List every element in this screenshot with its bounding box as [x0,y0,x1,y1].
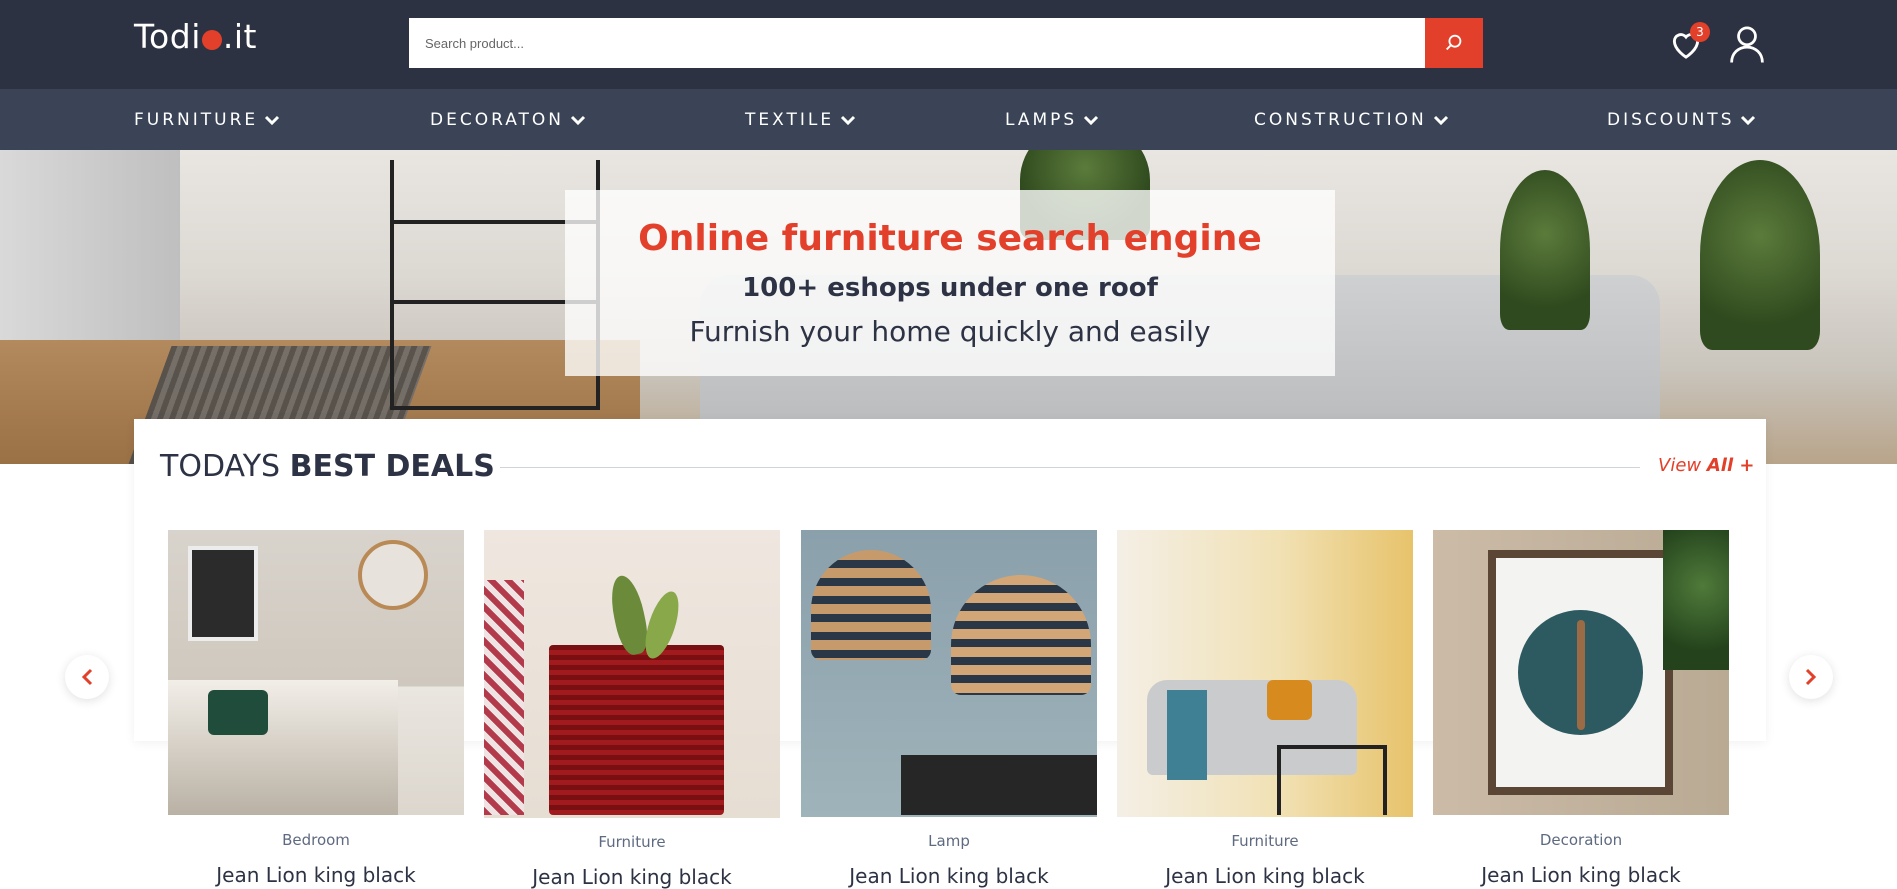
hero-text-box: Online furniture search engine 100+ esho… [565,190,1335,376]
product-category: Bedroom [282,831,350,849]
chevron-down-icon [1741,115,1756,125]
view-all-light: View [1658,455,1707,476]
nav-item-label: DECORATON [430,109,564,130]
nav-item-label: FURNITURE [134,109,259,130]
hero-banner: Online furniture search engine 100+ esho… [0,150,1897,464]
product-card[interactable]: Lamp Jean Lion king black [801,530,1097,888]
product-image[interactable] [801,530,1097,817]
chevron-down-icon [570,115,586,125]
product-name[interactable]: Jean Lion king black [1433,863,1729,887]
top-header: Todi .it 3 [0,0,1897,89]
product-image[interactable] [1433,530,1729,815]
product-image[interactable] [1117,530,1413,817]
chevron-down-icon [1433,115,1448,125]
product-card[interactable]: Furniture Jean Lion king black [484,530,780,889]
search-input[interactable] [409,18,1425,68]
main-nav: FURNITURE DECORATON TEXTILE LAMPS CONSTR… [0,89,1897,150]
section-title: TODAYS BEST DEALS [160,449,495,484]
product-name[interactable]: Jean Lion king black [168,863,464,887]
nav-item-lamps[interactable]: LAMPS [1005,89,1099,150]
logo[interactable]: Todi .it [134,16,257,56]
user-icon [1730,26,1764,63]
section-title-bold: BEST DEALS [289,449,495,484]
product-image[interactable] [484,530,780,818]
nav-item-construction[interactable]: CONSTRUCTION [1254,89,1449,150]
carousel-prev-button[interactable] [65,655,109,699]
wishlist-button[interactable]: 3 [1666,22,1710,64]
hero-title: Online furniture search engine [638,218,1262,259]
nav-item-label: LAMPS [1005,109,1078,130]
hero-bg-plant [1700,160,1820,350]
wishlist-count-badge: 3 [1690,22,1710,42]
hero-bg-plant [1500,170,1590,330]
product-name[interactable]: Jean Lion king black [801,864,1097,888]
product-card[interactable]: Decoration Jean Lion king black [1433,530,1729,887]
chevron-down-icon [265,115,280,125]
search-button[interactable] [1425,18,1483,68]
product-category: Lamp [928,832,970,850]
nav-item-discounts[interactable]: DISCOUNTS [1607,89,1756,150]
product-card[interactable]: Furniture Jean Lion king black [1117,530,1413,888]
logo-text-left: Todi [134,16,201,56]
chevron-down-icon [1084,115,1099,125]
view-all-link[interactable]: View All + [1658,455,1754,476]
section-title-light: TODAYS [160,449,290,484]
account-button[interactable] [1727,24,1767,64]
nav-item-label: TEXTILE [745,109,835,130]
search-icon [1446,34,1462,51]
product-card[interactable]: Bedroom Jean Lion king black [168,530,464,887]
nav-item-label: CONSTRUCTION [1254,109,1427,130]
nav-item-textile[interactable]: TEXTILE [745,89,856,150]
product-image[interactable] [168,530,464,815]
hero-subtitle: 100+ eshops under one roof [742,273,1158,303]
nav-item-furniture[interactable]: FURNITURE [134,89,280,150]
product-category: Furniture [1231,832,1299,850]
hero-tagline: Furnish your home quickly and easily [689,315,1211,348]
chevron-right-icon [1805,668,1817,686]
carousel-next-button[interactable] [1789,655,1833,699]
chevron-down-icon [841,115,856,125]
product-name[interactable]: Jean Lion king black [1117,864,1413,888]
chevron-left-icon [81,668,93,686]
view-all-bold: All + [1706,455,1755,476]
nav-item-label: DISCOUNTS [1607,109,1735,130]
nav-item-decoraton[interactable]: DECORATON [430,89,586,150]
search-bar [409,18,1483,68]
divider [500,467,1640,468]
product-name[interactable]: Jean Lion king black [484,865,780,889]
logo-text-right: .it [222,16,257,56]
product-category: Decoration [1539,831,1623,849]
logo-dot [201,30,222,50]
product-category: Furniture [598,833,666,851]
